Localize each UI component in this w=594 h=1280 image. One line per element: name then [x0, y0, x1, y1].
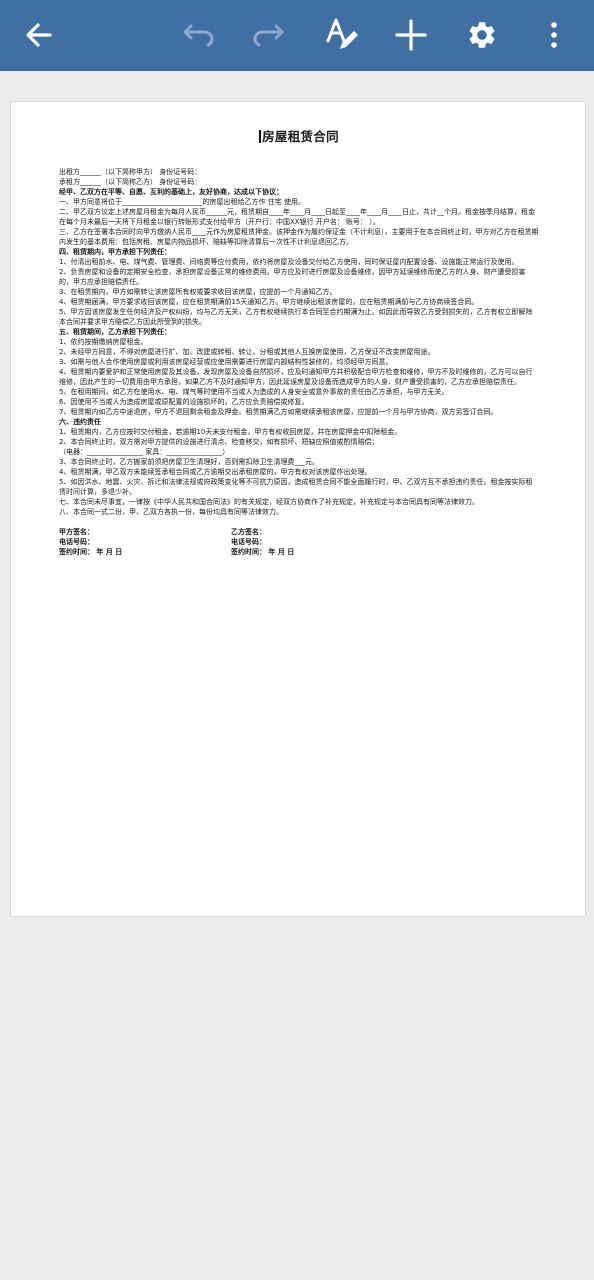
contract-paragraph: 3、在租赁期内，甲方如需转让该房屋所有权或要求收回该房屋，应提前一个月通知乙方。 [59, 288, 337, 296]
document-body: 房屋租赁合同 出租方______（以下简称甲方） 身份证号码： 承租方______… [59, 126, 539, 567]
document-title-row: 房屋租赁合同 [59, 126, 539, 145]
contract-paragraph: 八、本合同一式二份，甲、乙双方各执一份，每份均具有同等法律效力。 [59, 508, 283, 516]
gear-icon [469, 22, 495, 48]
section-heading: 四、租赁期内，甲方承担下列责任： [59, 248, 171, 256]
section-heading: 六、违约责任 [59, 418, 101, 426]
signature-block: 甲方签名： 电话号码： 签约时间： 年 月 日 乙方签名： 电话号码： 签约时间… [59, 527, 539, 567]
contract-paragraph: 5、如因洪水、地震、火灾、拆迁和法律法规或府政策变化等不可抗力原因，造成租赁合同… [59, 478, 533, 496]
contract-paragraph: 1、租赁期内，乙方应按时交付租金，若逾期10天未支付租金，甲方有权收回房屋，并在… [59, 428, 402, 436]
contract-paragraph: 5、甲方因该房屋发生任何经济及产权纠纷，均与乙方无关，乙方有权继续执行本合同至合… [59, 308, 533, 326]
redo-button[interactable] [245, 11, 293, 59]
back-button[interactable] [15, 11, 63, 59]
more-options-button[interactable] [530, 11, 578, 59]
top-toolbar [0, 0, 594, 71]
contract-paragraph: 2、负责房屋和设备的定期安全检查，承担房屋设备正常的维修费用。甲方应及时进行房屋… [59, 268, 526, 286]
party-b-phone-label: 电话号码： [231, 538, 266, 546]
section-heading: 五、租赁期间，乙方承担下列责任： [59, 328, 171, 336]
contract-paragraph: 3、本合同终止时，乙方搬家前须把房屋卫生清理好，否则需扣除卫生清理费___元。 [59, 458, 319, 466]
contract-paragraph: 三、乙方在签署本合同时向甲方缴纳人民币____元作为房屋租赁押金。该押金作为履约… [59, 228, 539, 246]
document-title: 房屋租赁合同 [262, 129, 339, 144]
redo-icon [253, 24, 284, 47]
text-format-icon [326, 18, 358, 49]
text-format-button[interactable] [318, 11, 366, 59]
contract-paragraph: 一、甲方同意将位于_______________________的房屋出租给乙方… [59, 198, 305, 206]
document-page[interactable]: 房屋租赁合同 出租方______（以下简称甲方） 身份证号码： 承租方______… [10, 101, 586, 917]
back-arrow-icon [26, 23, 52, 47]
contract-text: 出租方______（以下简称甲方） 身份证号码： 承租方______（以下简称乙方… [59, 167, 539, 517]
party-b-date-label: 签约时间： 年 月 日 [231, 548, 295, 556]
contract-paragraph: 2、未经甲方同意，不得对房屋进行扩、加、改建或转租、转让、分租或其他人互换房屋使… [59, 348, 435, 356]
add-icon [395, 19, 427, 51]
section-heading: 经甲、乙双方在平等、自愿、互利的基础上，友好协商，达成以下协议： [59, 188, 283, 196]
contract-paragraph: 1、依约按期缴纳房屋租金。 [59, 338, 148, 346]
party-a-date-label: 签约时间： 年 月 日 [59, 548, 123, 556]
contract-paragraph: 2、本合同终止时，双方需对甲方提供的设施进行清点、检查移交，如有损坏、短缺应照值… [59, 438, 379, 446]
contract-paragraph: 承租方______（以下简称乙方） 身份证号码： [59, 178, 202, 186]
undo-icon [183, 24, 214, 47]
contract-paragraph: （电器：________________ 家具：________________… [59, 448, 230, 456]
contract-paragraph: 5、在租用期间，如乙方在使用水、电、煤气等时使用不当或人为造成的人身安全或意外事… [59, 388, 449, 396]
text-cursor [259, 130, 262, 143]
party-a-phone-label: 电话号码： [59, 538, 94, 546]
contract-paragraph: 6、因使用不当或人为造成房屋或原配置的设施损坏的，乙方应负责赔偿或修复。 [59, 398, 309, 406]
contract-paragraph: 7、租赁期内如乙方中途退房，甲方不退回剩余租金及押金。租赁期满乙方如需继续承租该… [59, 408, 498, 416]
contract-paragraph: 出租方______（以下简称甲方） 身份证号码： [59, 168, 202, 176]
contract-paragraph: 1、付清出租前水、电、煤气费、管理费、间络费等应付费用，依约将房屋及设备交付给乙… [59, 258, 519, 266]
contract-paragraph: 3、如需与他人合作使用房屋或利用该房屋经营或应使用需要进行房屋内部结构性装修的，… [59, 358, 393, 366]
contract-paragraph: 4、租赁期满，甲乙双方未能续签承租合同或乙方逾期交出承租房屋的，甲方有权对该房屋… [59, 468, 372, 476]
party-a-signature-label: 甲方签名： [59, 528, 94, 536]
more-vert-icon [551, 22, 557, 48]
settings-button[interactable] [458, 11, 506, 59]
contract-paragraph: 4、租赁期届满，甲方要求收回该房屋，应在租赁期满前15天通知乙方。甲方继续出租该… [59, 298, 479, 306]
contract-paragraph: 七、本合同未尽事宜，一律按《中华人民共和国合同法》的有关规定，经双方协商作了补充… [59, 498, 479, 506]
add-button[interactable] [387, 11, 435, 59]
contract-paragraph: 4、租赁期内要爱护和正常使用房屋及其设备，发现房屋及设备自然损坏，应及时通知甲方… [59, 368, 533, 386]
party-b-signature-label: 乙方签名： [231, 528, 266, 536]
contract-paragraph: 二、甲乙双方议定上述房屋月租金为每月人民币______元，租赁期自____年__… [59, 208, 535, 226]
undo-button[interactable] [174, 11, 222, 59]
